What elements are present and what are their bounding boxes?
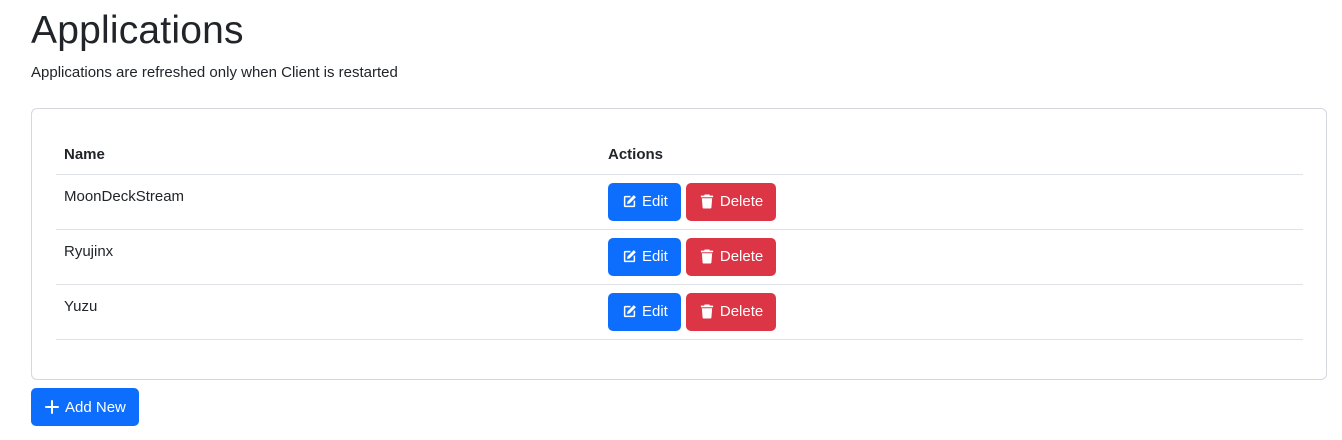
page-title: Applications bbox=[31, 9, 244, 52]
plus-icon bbox=[44, 399, 60, 415]
table-row: Yuzu Edit Delete bbox=[56, 284, 1303, 340]
actions-cell: Edit Delete bbox=[600, 284, 1303, 340]
app-name: Ryujinx bbox=[56, 229, 600, 285]
delete-button-label: Delete bbox=[719, 248, 764, 265]
delete-button[interactable]: Delete bbox=[685, 292, 777, 331]
delete-button[interactable]: Delete bbox=[685, 237, 777, 276]
column-header-name: Name bbox=[56, 136, 600, 175]
trash-icon bbox=[699, 249, 715, 265]
applications-page: Applications Applications are refreshed … bbox=[0, 0, 1342, 440]
trash-icon bbox=[699, 304, 715, 320]
edit-button[interactable]: Edit bbox=[608, 292, 681, 331]
edit-button-label: Edit bbox=[642, 193, 668, 210]
pencil-square-icon bbox=[621, 304, 637, 320]
table-header-row: Name Actions bbox=[56, 136, 1303, 175]
pencil-square-icon bbox=[621, 249, 637, 265]
edit-button[interactable]: Edit bbox=[608, 182, 681, 221]
edit-button[interactable]: Edit bbox=[608, 237, 681, 276]
actions-cell: Edit Delete bbox=[600, 174, 1303, 230]
pencil-square-icon bbox=[621, 194, 637, 210]
applications-table: Name Actions MoonDeckStream Edit Delete … bbox=[56, 136, 1303, 340]
app-name: Yuzu bbox=[56, 284, 600, 340]
actions-cell: Edit Delete bbox=[600, 229, 1303, 285]
page-subtitle: Applications are refreshed only when Cli… bbox=[31, 64, 398, 81]
add-new-button[interactable]: Add New bbox=[31, 388, 139, 426]
edit-button-label: Edit bbox=[642, 303, 668, 320]
delete-button[interactable]: Delete bbox=[685, 182, 777, 221]
delete-button-label: Delete bbox=[719, 193, 764, 210]
table-row: MoonDeckStream Edit Delete bbox=[56, 174, 1303, 230]
delete-button-label: Delete bbox=[719, 303, 764, 320]
applications-card: Name Actions MoonDeckStream Edit Delete … bbox=[31, 108, 1327, 380]
app-name: MoonDeckStream bbox=[56, 174, 600, 230]
table-row: Ryujinx Edit Delete bbox=[56, 229, 1303, 285]
trash-icon bbox=[699, 194, 715, 210]
column-header-actions: Actions bbox=[600, 136, 1303, 175]
edit-button-label: Edit bbox=[642, 248, 668, 265]
add-new-button-label: Add New bbox=[65, 398, 126, 416]
